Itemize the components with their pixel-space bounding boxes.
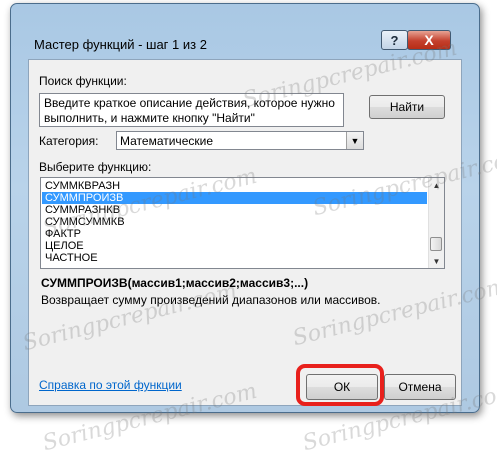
search-label: Поиск функции: bbox=[39, 74, 127, 88]
ok-button[interactable]: ОК bbox=[306, 374, 378, 400]
list-item[interactable]: ЧАСТНОЕ bbox=[42, 252, 427, 264]
list-item-selected[interactable]: СУММПРОИЗВ bbox=[42, 192, 427, 204]
list-item[interactable]: ФАКТР bbox=[42, 228, 427, 240]
search-description-line2: выполнить, и нажмите кнопку "Найти" bbox=[44, 111, 255, 125]
list-item[interactable]: СУММСУММКВ bbox=[42, 216, 427, 228]
function-syntax: СУММПРОИЗВ(массив1;массив2;массив3;...) bbox=[41, 276, 309, 290]
window-title: Мастер функций - шаг 1 из 2 bbox=[34, 37, 207, 52]
chevron-down-icon[interactable]: ▼ bbox=[346, 132, 363, 149]
scroll-thumb[interactable] bbox=[430, 237, 442, 251]
list-item[interactable]: СУММРАЗНКВ bbox=[42, 204, 427, 216]
category-selected-value: Математические bbox=[120, 134, 213, 148]
function-wizard-dialog: ? X Поиск функции: Введите краткое описа… bbox=[10, 3, 480, 413]
search-description-line1: Введите краткое описание действия, котор… bbox=[44, 96, 335, 110]
list-scrollbar[interactable]: ▲ ▼ bbox=[428, 178, 444, 268]
function-list[interactable]: СУММКВРАЗН СУММПРОИЗВ СУММРАЗНКВ СУММСУМ… bbox=[40, 177, 445, 269]
category-label: Категория: bbox=[39, 134, 99, 148]
function-help-link[interactable]: Справка по этой функции bbox=[39, 378, 182, 392]
function-summary: Возвращает сумму произведений диапазонов… bbox=[41, 293, 381, 307]
cancel-button[interactable]: Отмена bbox=[384, 374, 456, 400]
dialog-client-area: Поиск функции: Введите краткое описание … bbox=[28, 59, 462, 406]
scroll-up-icon[interactable]: ▲ bbox=[429, 178, 444, 192]
functions-label: Выберите функцию: bbox=[39, 160, 152, 174]
find-button[interactable]: Найти bbox=[369, 95, 445, 119]
close-button[interactable]: X bbox=[407, 30, 451, 50]
scroll-down-icon[interactable]: ▼ bbox=[429, 254, 444, 268]
list-item[interactable]: СУММКВРАЗН bbox=[42, 180, 427, 192]
category-select[interactable]: Математические ▼ bbox=[116, 131, 364, 150]
list-item[interactable]: ЦЕЛОЕ bbox=[42, 240, 427, 252]
help-title-button[interactable]: ? bbox=[381, 30, 408, 50]
search-description-input[interactable]: Введите краткое описание действия, котор… bbox=[39, 93, 344, 127]
